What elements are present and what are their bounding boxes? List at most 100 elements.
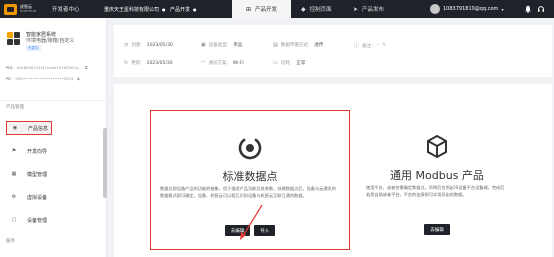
sidebar-item-label: 模型管理 <box>27 171 48 178</box>
datapoint-icon <box>151 135 349 161</box>
dev-center-label: 开发者中心 <box>52 7 80 13</box>
sidebar-item-virtual-device[interactable]: ⚙ 虚拟设备 <box>6 190 103 204</box>
updated-label: 更新： <box>131 61 145 66</box>
comm-label: 通讯方案： <box>208 61 231 66</box>
pk-value: 5f5c••••••••••••••••••5234 <box>15 76 74 81</box>
section-title: 产品管理 <box>6 105 24 110</box>
data-transfer-info: ▤ 数据传输方式： 透传 <box>273 42 323 48</box>
sidebar: 智能家居系统 环境电器/烤箱/自定义 开发中 PID: b5c8e06204f4… <box>0 18 107 257</box>
sidebar-item-product-info[interactable]: ◉ 产品信息 <box>6 121 52 135</box>
tab-label: 产品发布 <box>362 7 385 13</box>
product-selector-label: 产品开发 <box>170 6 191 13</box>
top-navigation-bar: 虎智云 HUZHIYUN 开发者中心 重庆天王星科技有限公司 ● 产品开发 ● … <box>0 0 554 18</box>
model-icon: ▦ <box>11 171 17 177</box>
virtual-device-icon: ⚙ <box>11 194 17 200</box>
pk-label: PK: <box>6 76 13 81</box>
section-title-services: 服务 <box>6 239 15 244</box>
note-info: ⓘ 备注： - ✎ <box>354 42 386 49</box>
power-info: ▭ 功耗： 正常 <box>273 60 305 66</box>
sidebar-item-label: 产品信息 <box>28 125 49 132</box>
logo-subtitle: HUZHIYUN <box>20 9 36 13</box>
tab-control-page[interactable]: ◆ 控制页面 <box>301 0 332 18</box>
pk-row: PK: 5f5c••••••••••••••••••5234 ◉ <box>6 76 80 81</box>
import-button[interactable]: 导入 <box>254 225 276 236</box>
edit-button[interactable]: 去编辑 <box>224 225 251 236</box>
panel-gap <box>107 77 554 84</box>
wifi-icon: ◠ <box>201 60 206 66</box>
tab-label: 控制页面 <box>309 7 332 13</box>
created-value: 2023/05/30 <box>146 42 173 48</box>
created-info: ◷ 创建： 2023/05/30 <box>124 42 173 48</box>
copy-icon[interactable]: ⧉ <box>85 65 88 70</box>
comm-value: Wi-Fi <box>232 60 244 66</box>
refresh-icon: ↻ <box>124 60 129 66</box>
card-description: 数据点即设备产品的功能的抽象，用于描述产品功能及其参数，创建数据点后，设备与云通… <box>160 186 336 198</box>
divider <box>0 100 107 101</box>
product-header: 智能家居系统 环境电器/烤箱/自定义 开发中 <box>7 32 74 51</box>
headset-icon[interactable] <box>537 0 545 18</box>
product-category: 环境电器/烤箱/自定义 <box>26 38 75 44</box>
status-badge: 开发中 <box>26 45 41 51</box>
logo-mark-icon <box>4 3 17 15</box>
guide-icon: ⚑ <box>11 148 17 154</box>
note-label: 备注： <box>362 43 376 49</box>
grid-icon: ⊞ <box>246 5 252 13</box>
created-label: 创建： <box>131 43 145 48</box>
info-icon: ⓘ <box>354 43 360 49</box>
device-type-value: 单品 <box>233 43 243 48</box>
user-menu[interactable]: 1083791810@qq.com ▾ <box>430 0 503 18</box>
info-icon: ◉ <box>12 125 18 131</box>
brand-logo[interactable]: 虎智云 HUZHIYUN <box>4 0 36 18</box>
company-selector[interactable]: 重庆天王星科技有限公司 ● <box>104 0 166 18</box>
sidebar-item-dev-guide[interactable]: ⚑ 开发向导 <box>6 144 103 158</box>
data-transfer-value: 透传 <box>314 43 324 48</box>
sidebar-item-label: 设备管理 <box>27 217 48 224</box>
power-value: 正常 <box>296 61 306 66</box>
edit-button[interactable]: 去编辑 <box>424 224 450 235</box>
chevron-down-icon: ● <box>193 6 197 12</box>
modbus-product-card: 通用 Modbus 产品 使用平台，或者仅需确定数据点，声明后台到gOS设备平台… <box>357 110 517 250</box>
updated-info: ↻ 更新： 2023/05/30 <box>124 60 173 66</box>
pid-label: PID: <box>6 65 14 70</box>
card-title: 通用 Modbus 产品 <box>390 169 484 182</box>
sidebar-item-label: 虚拟设备 <box>27 194 48 201</box>
sidebar-item-device-mgmt[interactable]: ▢ 设备管理 <box>6 213 103 227</box>
clock-icon: ◷ <box>124 42 129 48</box>
user-email: 1083791810@qq.com <box>443 6 499 12</box>
battery-icon: ▭ <box>273 60 278 66</box>
eye-icon[interactable]: ◉ <box>77 76 80 81</box>
standard-datapoint-card: 标准数据点 数据点即设备产品的功能的抽象，用于描述产品功能及其参数，创建数据点后… <box>150 110 350 250</box>
tab-product-release[interactable]: ➤ 产品发布 <box>353 0 384 18</box>
card-title: 标准数据点 <box>222 170 278 183</box>
device-type-info: ▣ 设备类型： 单品 <box>201 42 242 48</box>
sidebar-item-label: 开发向导 <box>27 148 48 155</box>
device-type-label: 设备类型： <box>208 43 232 48</box>
card-description: 使用平台，或者仅需确定数据点，声明后台到gOS设备平台设备端，完成后若您自助或者… <box>366 185 505 197</box>
control-icon: ◆ <box>301 5 306 13</box>
scrollbar[interactable] <box>103 128 107 198</box>
edit-icon[interactable]: ✎ <box>382 43 386 48</box>
power-label: 功耗： <box>280 61 295 66</box>
comm-info: ◠ 通讯方案： Wi-Fi <box>201 60 244 66</box>
data-transfer-label: 数据传输方式： <box>280 43 313 48</box>
pid-value[interactable]: b5c8e06204f41a4bd297835e7a... <box>17 65 82 70</box>
updated-value: 2023/05/30 <box>146 60 173 66</box>
bell-icon[interactable] <box>524 0 532 18</box>
note-value: - <box>377 43 380 48</box>
chevron-down-icon: ● <box>162 6 166 12</box>
send-icon: ➤ <box>353 5 359 13</box>
chevron-down-icon: ▾ <box>501 6 504 12</box>
tab-label: 产品开发 <box>255 7 278 13</box>
device-icon: ▣ <box>201 42 206 48</box>
avatar <box>430 4 440 14</box>
product-grid-icon <box>7 32 20 45</box>
product-selector[interactable]: 产品开发 ● <box>170 0 197 18</box>
product-info-panel: ◷ 创建： 2023/05/30 ▣ 设备类型： 单品 ▤ 数据传输方式： 透传… <box>114 25 552 77</box>
database-icon: ▤ <box>273 42 278 48</box>
tab-product-dev[interactable]: ⊞ 产品开发 <box>232 0 292 18</box>
cube-icon <box>357 134 517 160</box>
sidebar-item-model-mgmt[interactable]: ▦ 模型管理 <box>6 167 103 181</box>
company-name: 重庆天王星科技有限公司 <box>104 6 160 13</box>
device-icon: ▢ <box>11 217 17 223</box>
pid-row: PID: b5c8e06204f41a4bd297835e7a... ⧉ <box>6 65 87 70</box>
